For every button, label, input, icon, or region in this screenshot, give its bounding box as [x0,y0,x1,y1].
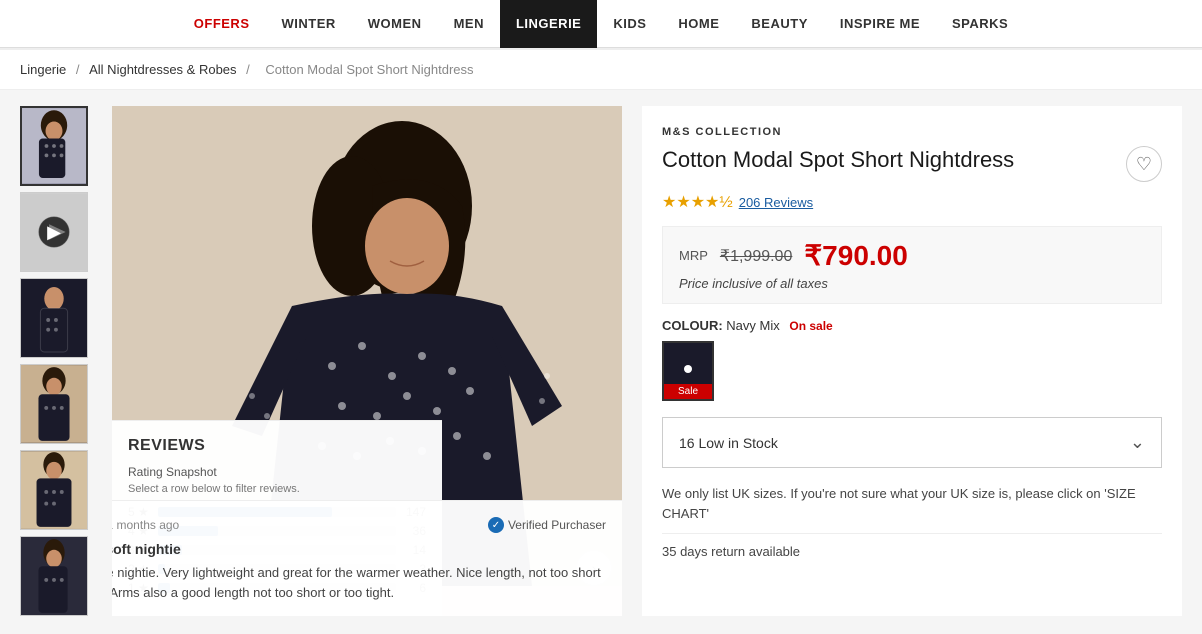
breadcrumb: Lingerie / All Nightdresses & Robes / Co… [0,50,1202,90]
review-title: Comfortable soft nightie [112,541,606,557]
review-header: ★★★★★ 11 months ago ✓ Verified Purchaser [112,515,606,535]
review-text: Soft comfortable nightie. Very lightweig… [112,563,606,602]
product-stars: ★★★★½ [662,192,733,212]
thumbnail-5[interactable] [20,450,88,530]
rating-snapshot-label: Rating Snapshot [128,465,426,479]
review-count-link[interactable]: 206 Reviews [739,195,813,210]
mrp-label: MRP [679,248,708,263]
on-sale-badge: On sale [789,319,832,333]
sale-price: ₹790.00 [804,239,907,272]
thumbnail-1[interactable] [20,106,88,186]
breadcrumb-nightdresses[interactable]: All Nightdresses & Robes [89,62,236,77]
price-row: MRP ₹1,999.00 ₹790.00 [679,239,1145,272]
colour-label-text: COLOUR: [662,318,723,333]
nav-item-offers[interactable]: OFFERS [178,0,266,48]
breadcrumb-lingerie[interactable]: Lingerie [20,62,66,77]
review-verified: ✓ Verified Purchaser [488,517,606,533]
review-date: 11 months ago [112,518,179,532]
colour-options: Sale [662,341,1162,401]
nav-item-lingerie[interactable]: LINGERIE [500,0,597,48]
colour-value: Navy Mix [726,318,779,333]
stock-dropdown[interactable]: 16 Low in Stock ⌄ [662,417,1162,468]
product-title-row: Cotton Modal Spot Short Nightdress ♡ [662,146,1162,182]
return-text: 35 days return available [662,533,1162,559]
review-card: ★★★★★ 11 months ago ✓ Verified Purchaser… [112,500,622,616]
nav-item-sparks[interactable]: SPARKS [936,0,1024,48]
brand-label: M&S COLLECTION [662,126,1162,138]
breadcrumb-sep-2: / [246,62,253,77]
nav-item-men[interactable]: MEN [438,0,500,48]
original-price: ₹1,999.00 [720,246,792,266]
nav-bar: OFFERS WINTER WOMEN MEN LINGERIE KIDS HO… [0,0,1202,50]
main-image-area: REVIEWS Rating Snapshot Select a row bel… [112,106,622,616]
reviews-title: REVIEWS [128,437,426,455]
dropdown-chevron-icon: ⌄ [1130,432,1145,453]
thumbnail-list [20,106,92,616]
stock-text: 16 Low in Stock [679,435,778,451]
size-hint: We only list UK sizes. If you're not sur… [662,484,1162,523]
nav-item-winter[interactable]: WINTER [266,0,352,48]
breadcrumb-current: Cotton Modal Spot Short Nightdress [265,62,473,77]
thumbnail-6[interactable] [20,536,88,616]
nav-item-women[interactable]: WOMEN [352,0,438,48]
nav-item-kids[interactable]: KIDS [597,0,662,48]
verified-label: Verified Purchaser [508,518,606,532]
main-navigation: OFFERS WINTER WOMEN MEN LINGERIE KIDS HO… [0,0,1202,48]
rating-filter-hint: Select a row below to filter reviews. [128,483,426,495]
nav-item-beauty[interactable]: BEAUTY [735,0,823,48]
swatch-dot [684,365,692,373]
thumbnail-3[interactable] [20,278,88,358]
product-title: Cotton Modal Spot Short Nightdress [662,146,1014,175]
colour-section-label: COLOUR: Navy Mix On sale [662,318,1162,333]
price-tax-note: Price inclusive of all taxes [679,276,1145,291]
wishlist-button[interactable]: ♡ [1126,146,1162,182]
nav-item-home[interactable]: HOME [662,0,735,48]
thumbnail-4[interactable] [20,364,88,444]
colour-swatch-navy[interactable]: Sale [662,341,714,401]
swatch-sale-label: Sale [664,384,712,399]
thumbnail-video[interactable] [20,192,88,272]
product-info-panel: M&S COLLECTION Cotton Modal Spot Short N… [642,106,1182,616]
breadcrumb-sep-1: / [76,62,83,77]
stars-row: ★★★★½ 206 Reviews [662,192,1162,212]
price-box: MRP ₹1,999.00 ₹790.00 Price inclusive of… [662,226,1162,304]
main-content: REVIEWS Rating Snapshot Select a row bel… [0,90,1202,632]
verified-icon: ✓ [488,517,504,533]
nav-item-inspire-me[interactable]: INSPIRE ME [824,0,936,48]
